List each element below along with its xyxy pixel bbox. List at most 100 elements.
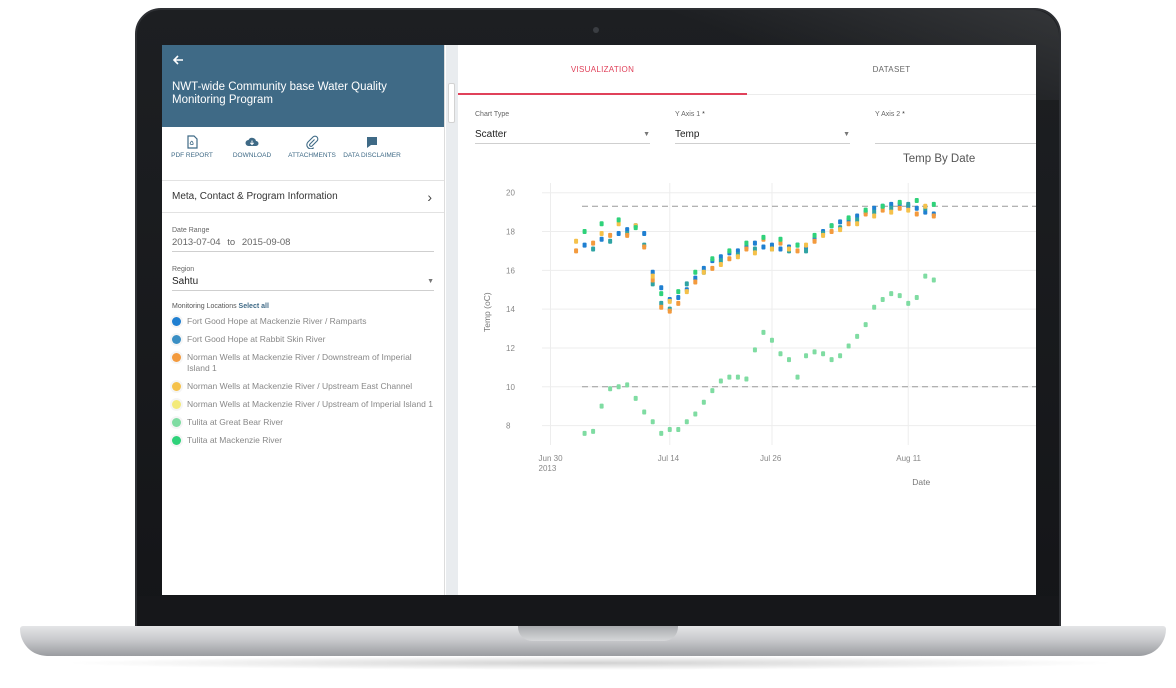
location-name: Fort Good Hope at Mackenzie River / Ramp… (187, 316, 367, 326)
data-point (838, 353, 843, 359)
chart-type-label: Chart Type (475, 111, 510, 118)
data-point (889, 209, 894, 215)
laptop-chin (137, 596, 1059, 626)
data-point (693, 411, 698, 417)
select-all-link[interactable]: Select all (239, 303, 269, 310)
y-axis-2-control: Y Axis 2 * (875, 111, 1036, 144)
cloud-download-icon (245, 137, 259, 146)
data-point (838, 219, 843, 225)
tab-dataset[interactable]: DATASET (747, 45, 1036, 94)
data-point (872, 304, 877, 310)
chart-type-value: Scatter (475, 129, 507, 140)
data-point (599, 403, 604, 409)
data-point (812, 238, 817, 244)
program-title: NWT-wide Community base Water Quality Mo… (172, 81, 387, 106)
data-point (804, 248, 809, 254)
pdf-report-label: PDF REPORT (171, 152, 213, 159)
data-point (625, 232, 630, 238)
data-point (574, 248, 579, 254)
location-color-dot (172, 317, 181, 326)
meta-info-label: Meta, Contact & Program Information (172, 191, 338, 202)
chevron-right-icon: › (427, 188, 432, 205)
data-point (701, 399, 706, 405)
region-value: Sahtu (172, 276, 199, 287)
arrow-left-icon[interactable] (172, 53, 434, 71)
data-point (684, 419, 689, 425)
y-axis-2-select[interactable] (875, 126, 1036, 144)
data-point (633, 395, 638, 401)
data-point (863, 322, 868, 328)
pdf-report-button[interactable]: PDF REPORT (162, 135, 222, 180)
data-point (616, 384, 621, 390)
location-item[interactable]: Fort Good Hope at Mackenzie River / Ramp… (172, 316, 434, 327)
data-point (846, 215, 851, 221)
x-axis-label: Date (912, 477, 930, 487)
location-name: Tulita at Mackenzie River (187, 435, 283, 445)
webcam (593, 27, 599, 33)
data-point (676, 295, 681, 301)
caret-down-icon: ▼ (643, 131, 650, 138)
data-point (897, 205, 902, 211)
data-point (812, 232, 817, 238)
x-tick-label: Jul 26 (760, 454, 782, 463)
data-disclaimer-button[interactable]: DATA DISCLAIMER (342, 135, 402, 180)
x-tick-sublabel: 2013 (539, 464, 557, 473)
data-point (931, 277, 936, 283)
data-point (812, 349, 817, 355)
data-point (821, 232, 826, 238)
data-point (872, 213, 877, 219)
pdf-icon (187, 135, 198, 149)
data-point (931, 201, 936, 207)
data-point (752, 347, 757, 353)
location-name: Norman Wells at Mackenzie River / Downst… (187, 352, 412, 373)
data-point (761, 234, 766, 240)
data-point (667, 298, 672, 304)
data-point (718, 378, 723, 384)
location-item[interactable]: Norman Wells at Mackenzie River / Downst… (172, 352, 434, 374)
data-point (650, 273, 655, 279)
location-item[interactable]: Tulita at Mackenzie River (172, 435, 434, 446)
date-to-word: to (227, 237, 236, 248)
data-point (769, 337, 774, 343)
tab-visualization[interactable]: VISUALIZATION (458, 45, 747, 95)
data-point (923, 203, 928, 209)
chart-type-select[interactable]: Scatter ▼ (475, 126, 650, 144)
data-point (778, 351, 783, 357)
y-axis-1-value: Temp (675, 129, 700, 140)
meta-info-row[interactable]: Meta, Contact & Program Information › (162, 181, 444, 213)
data-point (769, 246, 774, 252)
y-axis-1-select[interactable]: Temp ▼ (675, 126, 850, 144)
laptop-notch (518, 626, 678, 641)
left-panel: NWT-wide Community base Water Quality Mo… (162, 45, 445, 595)
location-item[interactable]: Norman Wells at Mackenzie River / Upstre… (172, 399, 434, 410)
y-tick-label: 20 (506, 189, 515, 198)
data-point (914, 295, 919, 301)
x-tick-label: Aug 11 (896, 454, 921, 463)
location-item[interactable]: Norman Wells at Mackenzie River / Upstre… (172, 381, 434, 392)
data-point (804, 353, 809, 359)
attachments-label: ATTACHMENTS (288, 152, 336, 159)
region-label: Region (172, 266, 195, 273)
data-point (650, 419, 655, 425)
download-button[interactable]: DOWNLOAD (222, 135, 282, 180)
data-point (591, 428, 596, 434)
data-point (684, 289, 689, 295)
date-range-input[interactable]: 2013-07-04 to 2015-09-08 (172, 234, 434, 252)
data-point (727, 256, 732, 262)
location-item[interactable]: Tulita at Great Bear River (172, 417, 434, 428)
date-range-label: Date Range (172, 227, 210, 234)
data-point (582, 242, 587, 248)
y-axis-2-label: Y Axis 2 * (875, 111, 905, 118)
right-panel: VISUALIZATION DATASET Chart Type Scatter… (458, 45, 1036, 595)
attachments-button[interactable]: ATTACHMENTS (282, 135, 342, 180)
data-point (752, 240, 757, 246)
location-item[interactable]: Fort Good Hope at Rabbit Skin River (172, 334, 434, 345)
data-point (897, 199, 902, 205)
region-select[interactable]: Sahtu ▼ (172, 273, 434, 291)
y-axis-1-label: Y Axis 1 * (675, 111, 705, 118)
panel-resize-handle[interactable] (448, 83, 455, 123)
data-point (914, 205, 919, 211)
data-point (616, 217, 621, 223)
data-point (761, 329, 766, 335)
data-point (761, 244, 766, 250)
